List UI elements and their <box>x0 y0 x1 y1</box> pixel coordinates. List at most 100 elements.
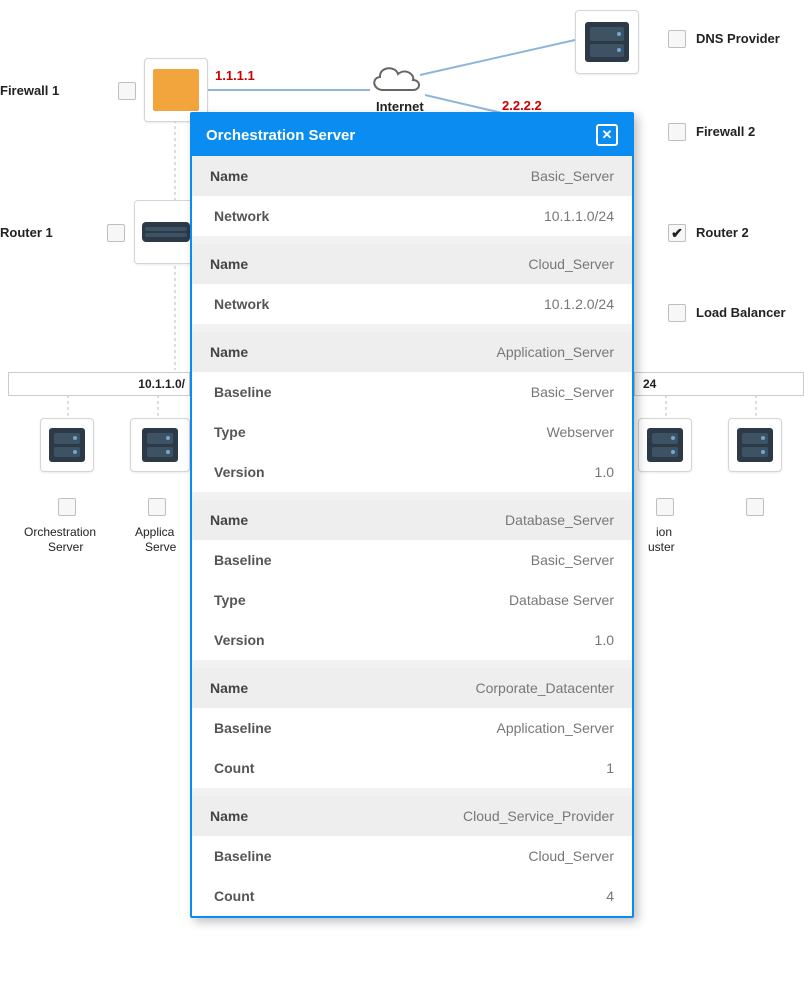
property-value: Database Server <box>509 592 614 608</box>
property-key: Name <box>210 680 248 696</box>
property-value: Cloud_Server <box>528 848 614 864</box>
label-loadbalancer: Load Balancer <box>696 305 786 320</box>
property-row: Name Application_Server <box>192 332 632 372</box>
node-orchestration-server[interactable] <box>40 418 94 472</box>
server-icon <box>142 428 178 462</box>
checkbox-orchestration[interactable] <box>58 498 76 516</box>
node-right-2[interactable] <box>728 418 782 472</box>
panel-title: Orchestration Server <box>206 127 355 144</box>
property-key: Type <box>210 592 246 608</box>
subnet-bar-left: 10.1.1.0/ <box>8 372 190 396</box>
panel-header[interactable]: Orchestration Server ✕ <box>192 114 632 156</box>
property-value: 10.1.1.0/24 <box>544 208 614 224</box>
property-row: Name Basic_Server <box>192 156 632 196</box>
property-value: Application_Server <box>496 720 614 736</box>
property-value: Cloud_Server <box>528 256 614 272</box>
property-value: Cloud_Service_Provider <box>463 808 614 824</box>
property-key: Network <box>210 296 269 312</box>
property-row: Baseline Application_Server <box>192 708 632 748</box>
property-key: Count <box>210 888 254 904</box>
property-row: Type Webserver <box>192 412 632 452</box>
property-value: 1.0 <box>595 632 614 648</box>
property-row: BaselineBasic_Server <box>192 372 632 412</box>
property-key: Baseline <box>210 720 272 736</box>
subnet-right-text: 24 <box>643 377 656 391</box>
server-icon <box>737 428 773 462</box>
property-value: Application_Server <box>496 344 614 360</box>
property-key: Name <box>210 512 248 528</box>
property-group: NameDatabase_ServerBaselineBasic_ServerT… <box>192 500 632 668</box>
property-row: Name Cloud_Service_Provider <box>192 796 632 836</box>
label-router1: Router 1 <box>0 225 53 240</box>
property-group: Name Corporate_Datacenter Baseline Applicat… <box>192 668 632 796</box>
property-row: Network 10.1.2.0/24 <box>192 284 632 324</box>
property-value: 4 <box>606 888 614 904</box>
property-row: BaselineBasic_Server <box>192 540 632 580</box>
property-group: Name Cloud_Service_Provider Baseline Cloud_… <box>192 796 632 916</box>
property-key: Type <box>210 424 246 440</box>
label-orchestration-1: Orchestration <box>24 525 96 539</box>
checkbox-right-1[interactable] <box>656 498 674 516</box>
firewall-icon <box>153 69 199 111</box>
property-row: Version 1.0 <box>192 452 632 492</box>
orchestration-server-panel: Orchestration Server ✕ NameBasic_ServerN… <box>190 112 634 918</box>
checkbox-firewall2[interactable] <box>668 123 686 141</box>
label-firewall1: Firewall 1 <box>0 83 59 98</box>
checkbox-application[interactable] <box>148 498 166 516</box>
label-router2: Router 2 <box>696 225 749 240</box>
router-icon <box>142 222 190 242</box>
close-icon: ✕ <box>602 127 613 143</box>
property-key: Name <box>210 344 248 360</box>
property-key: Version <box>210 632 265 648</box>
node-application-server[interactable] <box>130 418 190 472</box>
property-value: 10.1.2.0/24 <box>544 296 614 312</box>
checkbox-firewall1[interactable] <box>118 82 136 100</box>
label-right-ion: ion <box>656 525 672 539</box>
property-value: Corporate_Datacenter <box>475 680 614 696</box>
property-group: Name Basic_Server Network 10.1.1.0/24 <box>192 156 632 244</box>
property-group: Name Cloud_Server Network 10.1.2.0/24 <box>192 244 632 332</box>
checkbox-router2[interactable]: ✔ <box>668 224 686 242</box>
property-value: Basic_Server <box>531 168 614 184</box>
checkbox-loadbalancer[interactable] <box>668 304 686 322</box>
property-row: Version 1.0 <box>192 620 632 660</box>
property-value: 1 <box>606 760 614 776</box>
property-row: Name Cloud_Server <box>192 244 632 284</box>
checkbox-dns[interactable] <box>668 30 686 48</box>
property-group: Name Application_Server BaselineBasic_Serv… <box>192 332 632 500</box>
property-row: Network 10.1.1.0/24 <box>192 196 632 236</box>
node-dns[interactable] <box>575 10 639 74</box>
label-orchestration-2: Server <box>48 540 83 554</box>
property-value: Webserver <box>547 424 614 440</box>
property-value: 1.0 <box>595 464 614 480</box>
checkbox-right-2[interactable] <box>746 498 764 516</box>
server-icon <box>647 428 683 462</box>
property-key: Version <box>210 464 265 480</box>
property-key: Baseline <box>210 384 272 400</box>
label-application-2: Serve <box>145 540 176 554</box>
subnet-left-text: 10.1.1.0/ <box>138 377 189 391</box>
label-dns: DNS Provider <box>696 31 780 46</box>
property-key: Baseline <box>210 848 272 864</box>
checkbox-router1[interactable] <box>107 224 125 242</box>
ip-label-2: 2.2.2.2 <box>502 98 542 113</box>
property-key: Network <box>210 208 269 224</box>
server-icon <box>49 428 85 462</box>
close-button[interactable]: ✕ <box>596 124 618 146</box>
property-key: Name <box>210 256 248 272</box>
property-key: Name <box>210 168 248 184</box>
property-row: Name Corporate_Datacenter <box>192 668 632 708</box>
label-right-uster: uster <box>648 540 675 554</box>
node-internet[interactable] <box>365 60 425 98</box>
property-row: Count 1 <box>192 748 632 788</box>
node-right-1[interactable] <box>638 418 692 472</box>
server-icon <box>585 22 629 62</box>
property-key: Baseline <box>210 552 272 568</box>
property-key: Count <box>210 760 254 776</box>
property-row: Count 4 <box>192 876 632 916</box>
label-firewall2: Firewall 2 <box>696 124 755 139</box>
cloud-icon <box>365 60 425 98</box>
property-key: Name <box>210 808 248 824</box>
node-router1[interactable] <box>134 200 198 264</box>
ip-label-1: 1.1.1.1 <box>215 68 255 83</box>
